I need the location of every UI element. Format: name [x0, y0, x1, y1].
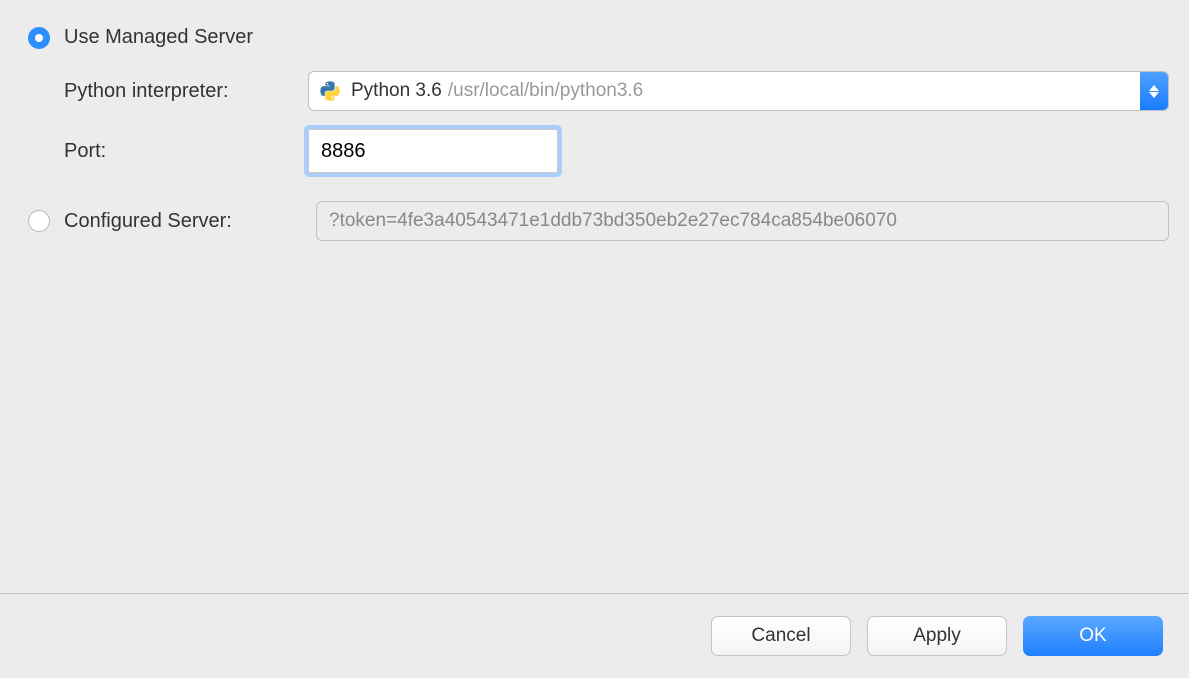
- use-managed-server-label: Use Managed Server: [64, 26, 253, 49]
- python-interpreter-label: Python interpreter:: [64, 80, 308, 103]
- port-label: Port:: [64, 140, 308, 163]
- python-icon: [319, 80, 341, 102]
- cancel-button[interactable]: Cancel: [711, 616, 851, 656]
- port-input[interactable]: [308, 129, 558, 173]
- interpreter-name: Python 3.6: [351, 80, 442, 102]
- configured-server-token-text: ?token=4fe3a40543471e1ddb73bd350eb2e27ec…: [329, 210, 897, 232]
- configured-server-token-field: ?token=4fe3a40543471e1ddb73bd350eb2e27ec…: [316, 201, 1169, 241]
- apply-button[interactable]: Apply: [867, 616, 1007, 656]
- ok-button[interactable]: OK: [1023, 616, 1163, 656]
- python-interpreter-select[interactable]: Python 3.6 /usr/local/bin/python3.6: [308, 71, 1169, 111]
- interpreter-path: /usr/local/bin/python3.6: [448, 80, 643, 102]
- configured-server-radio[interactable]: [28, 210, 50, 232]
- use-managed-server-radio[interactable]: [28, 27, 50, 49]
- divider: [0, 593, 1189, 594]
- configured-server-label: Configured Server:: [64, 210, 316, 233]
- chevron-updown-icon: [1140, 72, 1168, 110]
